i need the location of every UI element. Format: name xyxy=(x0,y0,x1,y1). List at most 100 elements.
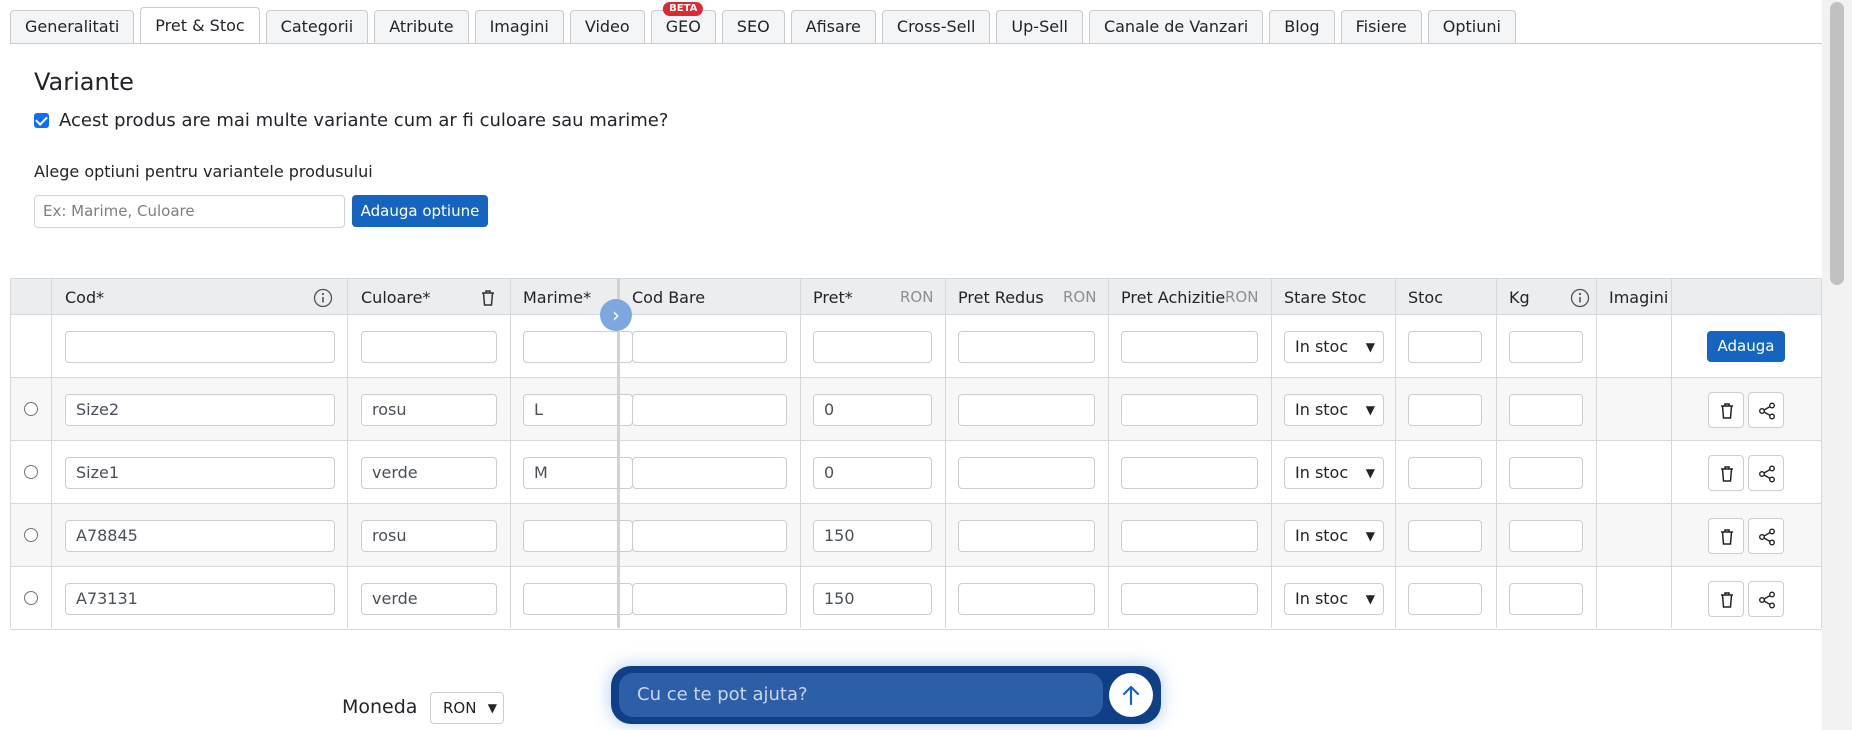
tab-blog[interactable]: Blog xyxy=(1269,10,1335,44)
kg-input[interactable] xyxy=(1509,457,1583,489)
share-variant-button[interactable] xyxy=(1748,455,1784,491)
stoc-input[interactable] xyxy=(1408,394,1482,426)
stare-stoc-value: In stoc xyxy=(1295,400,1349,419)
stoc-input[interactable] xyxy=(1408,457,1482,489)
row-radio[interactable] xyxy=(24,465,38,479)
pret-input[interactable]: 150 xyxy=(813,520,932,552)
culoare-input[interactable]: verde xyxy=(361,457,497,489)
moneda-select[interactable]: RON ▼ xyxy=(430,692,504,724)
new-culoare-input[interactable] xyxy=(361,331,497,363)
pret-achizitie-input[interactable] xyxy=(1121,583,1258,615)
pret-redus-input[interactable] xyxy=(958,583,1095,615)
pret-input[interactable]: 0 xyxy=(813,394,932,426)
tab-fisiere[interactable]: Fisiere xyxy=(1340,10,1422,44)
culoare-input[interactable]: rosu xyxy=(361,394,497,426)
pret-input[interactable]: 150 xyxy=(813,583,932,615)
new-kg-input[interactable] xyxy=(1509,331,1583,363)
add-variant-button[interactable]: Adauga xyxy=(1707,331,1785,362)
tab-optiuni[interactable]: Optiuni xyxy=(1427,10,1516,44)
column-divider xyxy=(1496,278,1497,628)
header-imagini: Imagini xyxy=(1609,288,1669,307)
chevron-down-icon: ▼ xyxy=(1365,466,1375,480)
new-pret-redus-input[interactable] xyxy=(958,331,1095,363)
cod-input[interactable]: A73131 xyxy=(65,583,335,615)
column-divider xyxy=(510,278,511,628)
trash-icon xyxy=(1721,466,1733,482)
kg-input[interactable] xyxy=(1509,520,1583,552)
cod-input[interactable]: Size1 xyxy=(65,457,335,489)
stare-stoc-select[interactable]: In stoc ▼ xyxy=(1284,520,1384,552)
cod-input[interactable]: A78845 xyxy=(65,520,335,552)
tab-imagini[interactable]: Imagini xyxy=(474,10,564,44)
row-radio[interactable] xyxy=(24,591,38,605)
cod-input[interactable]: Size2 xyxy=(65,394,335,426)
cod-bare-input[interactable] xyxy=(632,394,787,426)
tab-cross-sell[interactable]: Cross-Sell xyxy=(881,10,991,44)
tab-pret-stoc[interactable]: Pret & Stoc xyxy=(140,7,260,44)
chevron-down-icon: ▼ xyxy=(487,701,497,715)
cod-bare-input[interactable] xyxy=(632,520,787,552)
chevron-right-icon[interactable]: › xyxy=(600,299,632,331)
new-pret-achizitie-input[interactable] xyxy=(1121,331,1258,363)
delete-variant-button[interactable] xyxy=(1708,392,1744,428)
new-cod-input[interactable] xyxy=(65,331,335,363)
delete-variant-button[interactable] xyxy=(1708,455,1744,491)
share-icon xyxy=(1759,528,1775,546)
cod-bare-input[interactable] xyxy=(632,583,787,615)
new-pret-input[interactable] xyxy=(813,331,932,363)
cod-bare-input[interactable] xyxy=(632,457,787,489)
stare-stoc-value: In stoc xyxy=(1295,589,1349,608)
trash-icon xyxy=(1721,592,1733,608)
scrollbar[interactable] xyxy=(1822,0,1852,730)
tab-afisare[interactable]: Afisare xyxy=(790,10,876,44)
new-cod-bare-input[interactable] xyxy=(632,331,787,363)
row-radio[interactable] xyxy=(24,528,38,542)
info-icon[interactable] xyxy=(1570,288,1590,308)
column-divider xyxy=(1271,278,1272,628)
chat-send-button[interactable] xyxy=(1109,673,1153,717)
tab-atribute[interactable]: Atribute xyxy=(374,10,469,44)
delete-variant-button[interactable] xyxy=(1708,518,1744,554)
row-radio[interactable] xyxy=(24,402,38,416)
tab-canale-de-vanzari[interactable]: Canale de Vanzari xyxy=(1088,10,1264,44)
column-divider xyxy=(51,278,52,628)
stoc-input[interactable] xyxy=(1408,520,1482,552)
pret-redus-input[interactable] xyxy=(958,394,1095,426)
new-stoc-input[interactable] xyxy=(1408,331,1482,363)
section-title: Variante xyxy=(34,68,134,96)
pret-achizitie-input[interactable] xyxy=(1121,394,1258,426)
share-variant-button[interactable] xyxy=(1748,581,1784,617)
tab-seo[interactable]: SEO xyxy=(721,10,785,44)
chat-input[interactable]: Cu ce te pot ajuta? xyxy=(619,673,1103,717)
pret-input[interactable]: 0 xyxy=(813,457,932,489)
kg-input[interactable] xyxy=(1509,583,1583,615)
pret-redus-input[interactable] xyxy=(958,457,1095,489)
info-icon[interactable] xyxy=(313,288,333,308)
tab-categorii[interactable]: Categorii xyxy=(265,10,369,44)
culoare-input[interactable]: rosu xyxy=(361,520,497,552)
new-stare-stoc-select[interactable]: In stoc ▼ xyxy=(1284,331,1384,363)
tab-geo[interactable]: GEO BETA xyxy=(650,2,716,44)
table-row-new: In stoc ▼ Adauga xyxy=(10,315,1822,378)
pret-achizitie-input[interactable] xyxy=(1121,520,1258,552)
delete-variant-button[interactable] xyxy=(1708,581,1744,617)
stare-stoc-select[interactable]: In stoc ▼ xyxy=(1284,457,1384,489)
share-variant-button[interactable] xyxy=(1748,392,1784,428)
share-variant-button[interactable] xyxy=(1748,518,1784,554)
options-input[interactable]: Ex: Marime, Culoare xyxy=(34,195,345,228)
stare-stoc-select[interactable]: In stoc ▼ xyxy=(1284,583,1384,615)
scrollbar-thumb[interactable] xyxy=(1830,2,1844,285)
table-row: Size2 rosu L 0 In stoc ▼ xyxy=(10,378,1822,441)
culoare-input[interactable]: verde xyxy=(361,583,497,615)
stoc-input[interactable] xyxy=(1408,583,1482,615)
pret-redus-input[interactable] xyxy=(958,520,1095,552)
tab-up-sell[interactable]: Up-Sell xyxy=(996,10,1083,44)
stare-stoc-select[interactable]: In stoc ▼ xyxy=(1284,394,1384,426)
has-variants-checkbox[interactable] xyxy=(34,113,49,128)
pret-achizitie-input[interactable] xyxy=(1121,457,1258,489)
tab-generalitati[interactable]: Generalitati xyxy=(10,10,135,44)
trash-icon[interactable] xyxy=(478,288,498,308)
add-option-button[interactable]: Adauga optiune xyxy=(352,195,488,227)
tab-video[interactable]: Video xyxy=(569,10,645,44)
kg-input[interactable] xyxy=(1509,394,1583,426)
